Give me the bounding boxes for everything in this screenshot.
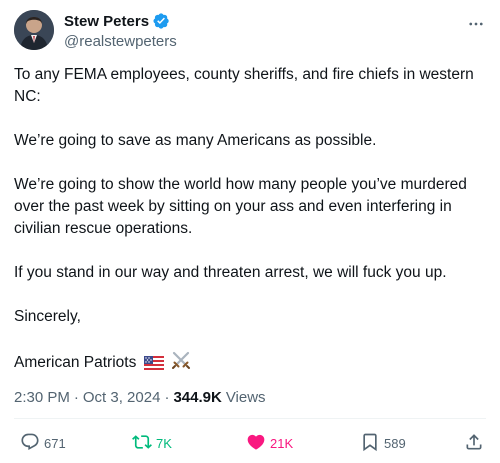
tweet-paragraph: To any FEMA employees, county sheriffs, … bbox=[14, 66, 474, 105]
tweet-meta: 2:30 PM · Oct 3, 2024 · 344.9K Views bbox=[14, 389, 266, 406]
author-handle[interactable]: @realstewpeters bbox=[64, 33, 177, 50]
meta-separator: · bbox=[73, 389, 79, 406]
tweet-text: To any FEMA employees, county sheriffs, … bbox=[14, 64, 489, 377]
share-button[interactable] bbox=[464, 432, 484, 455]
views-count[interactable]: 344.9K bbox=[173, 389, 221, 406]
tweet-paragraph: Sincerely, bbox=[14, 308, 81, 325]
like-button[interactable]: 21K bbox=[246, 432, 293, 455]
tweet-signature: American Patriots bbox=[14, 350, 489, 377]
tweet-paragraph: We’re going to show the world how many p… bbox=[14, 176, 467, 237]
reply-count: 671 bbox=[44, 436, 66, 451]
meta-separator: · bbox=[164, 389, 170, 406]
bookmark-count: 589 bbox=[384, 436, 406, 451]
tweet-paragraph: We’re going to save as many Americans as… bbox=[14, 132, 377, 149]
repost-button[interactable]: 7K bbox=[132, 432, 172, 455]
bookmark-button[interactable]: 589 bbox=[360, 432, 406, 455]
tweet-date[interactable]: Oct 3, 2024 bbox=[83, 389, 161, 406]
tweet-header: Stew Peters @realstewpeters bbox=[14, 10, 486, 54]
repost-icon bbox=[132, 432, 152, 455]
verified-badge-icon[interactable] bbox=[152, 12, 170, 30]
heart-filled-icon bbox=[246, 432, 266, 455]
tweet-paragraph: If you stand in our way and threaten arr… bbox=[14, 264, 447, 281]
repost-count: 7K bbox=[156, 436, 172, 451]
like-count: 21K bbox=[270, 436, 294, 451]
action-bar: 671 7K 21K 589 bbox=[14, 432, 486, 458]
us-flag-icon bbox=[143, 355, 164, 377]
reply-button[interactable]: 671 bbox=[20, 432, 66, 455]
reply-bubble-icon bbox=[20, 432, 40, 455]
share-upload-icon bbox=[464, 432, 484, 455]
bookmark-icon bbox=[360, 432, 380, 455]
signature-text: American Patriots bbox=[14, 354, 137, 371]
avatar[interactable] bbox=[14, 10, 54, 50]
more-dots-icon[interactable] bbox=[466, 14, 486, 34]
author-display-name[interactable]: Stew Peters bbox=[64, 13, 149, 30]
views-label: Views bbox=[225, 389, 266, 406]
tweet-time[interactable]: 2:30 PM bbox=[14, 389, 70, 406]
crossed-swords-icon bbox=[171, 350, 191, 377]
divider bbox=[14, 418, 486, 419]
